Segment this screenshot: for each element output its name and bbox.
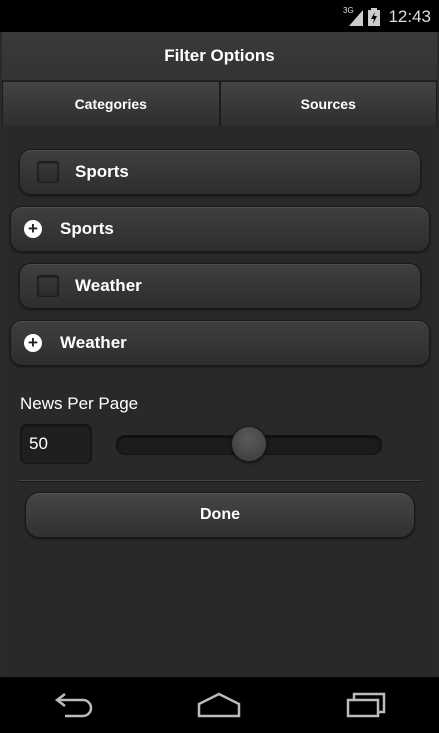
divider — [18, 480, 422, 481]
clock: 12:43 — [388, 7, 431, 26]
tab-categories[interactable]: Categories — [2, 81, 220, 127]
tab-bar: Categories Sources — [2, 80, 437, 128]
slider-thumb[interactable] — [231, 426, 267, 462]
news-per-page-label: News Per Page — [20, 394, 139, 413]
filter-item-weather-checkbox[interactable]: Weather — [19, 263, 421, 309]
status-bar: 3G 12:43 — [0, 0, 439, 32]
back-button[interactable] — [43, 685, 103, 725]
filter-group-sports[interactable]: + Sports — [10, 206, 430, 252]
filter-group-weather[interactable]: + Weather — [10, 320, 430, 366]
filter-item-sports-checkbox[interactable]: Sports — [19, 149, 421, 195]
navigation-bar — [0, 677, 439, 733]
done-button[interactable]: Done — [25, 492, 415, 538]
filter-label: Weather — [75, 276, 142, 295]
filter-content: Sports + Sports Weather + Weather News P… — [2, 126, 437, 677]
filter-group-label: Sports — [60, 219, 114, 238]
tab-sources[interactable]: Sources — [219, 81, 437, 127]
plus-icon: + — [24, 220, 42, 238]
filter-group-label: Weather — [60, 333, 127, 352]
filter-label: Sports — [75, 162, 129, 181]
checkbox[interactable] — [37, 275, 59, 297]
home-icon — [198, 692, 241, 718]
battery-charging-icon — [368, 8, 380, 26]
recent-apps-button[interactable] — [336, 685, 396, 725]
recent-apps-icon — [346, 692, 386, 718]
page-title: Filter Options — [164, 46, 275, 65]
news-per-page-input[interactable]: 50 — [20, 424, 92, 464]
back-icon — [55, 693, 93, 718]
title-bar: Filter Options — [2, 32, 437, 81]
checkbox[interactable] — [37, 161, 59, 183]
signal-icon — [349, 10, 363, 26]
home-button[interactable] — [189, 685, 249, 725]
plus-icon: + — [24, 334, 42, 352]
